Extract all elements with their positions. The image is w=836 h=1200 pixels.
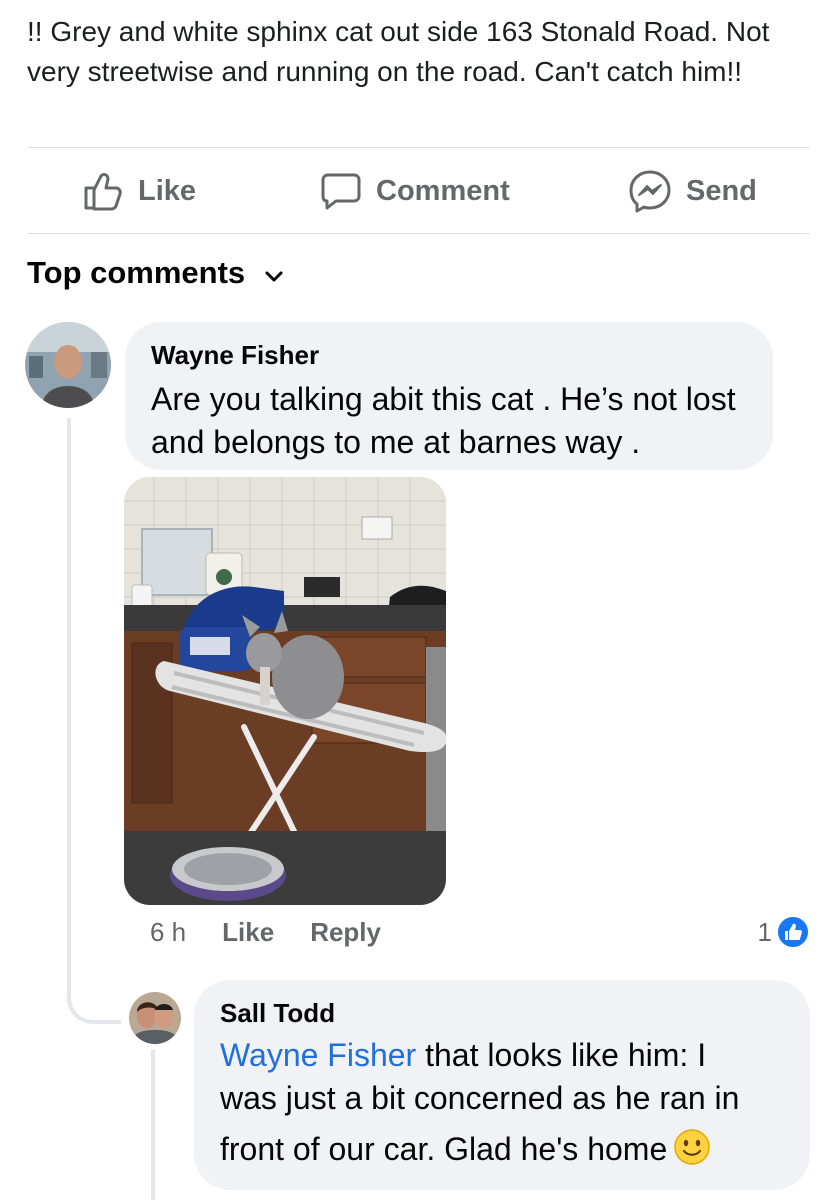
comment-photo-cat-on-ironing-board[interactable] — [124, 477, 446, 905]
like-reaction-icon — [776, 915, 810, 949]
comment-time[interactable]: 6 h — [150, 917, 186, 948]
reply-text-line-1: Wayne Fisher that looks like him: I — [220, 1037, 707, 1073]
send-label: Send — [686, 174, 757, 207]
like-label: Like — [138, 174, 197, 207]
reply-mention-link[interactable]: Wayne Fisher — [220, 1037, 416, 1073]
comment-reply-button[interactable]: Reply — [310, 917, 381, 948]
reply-thread-line — [151, 1050, 155, 1200]
chevron-down-icon — [245, 255, 283, 291]
comment-button[interactable]: Comment — [320, 148, 510, 234]
comment-bubble-icon — [320, 170, 362, 212]
reply-text-line-2: was just a bit concerned as he ran in — [220, 1080, 740, 1116]
facebook-post-comments: !! Grey and white sphinx cat out side 16… — [0, 0, 836, 1200]
reply-text-line-3: front of our car. Glad he's home — [220, 1128, 784, 1171]
comment-label: Comment — [376, 174, 510, 207]
comment-like-button[interactable]: Like — [222, 917, 274, 948]
comment-bubble: Wayne Fisher Are you talking abit this c… — [125, 322, 773, 470]
top-comments-selector[interactable]: Top comments — [27, 251, 283, 295]
avatar-sall-todd[interactable] — [129, 992, 181, 1044]
reaction-count: 1 — [757, 916, 772, 947]
like-button[interactable]: Like — [82, 148, 196, 234]
comment-meta: 6 h Like Reply — [150, 912, 381, 952]
top-comments-label: Top comments — [27, 255, 246, 290]
post-text: !! Grey and white sphinx cat out side 16… — [27, 16, 770, 87]
avatar-wayne-fisher[interactable] — [25, 322, 111, 408]
thread-line — [67, 418, 71, 993]
reply-author[interactable]: Sall Todd — [220, 998, 784, 1028]
thread-connector — [67, 970, 121, 1024]
send-button[interactable]: Send — [628, 148, 757, 234]
comment-reactions[interactable]: 1 — [758, 913, 810, 951]
post-action-bar: Like Comment Send — [27, 148, 810, 234]
reply-bubble: Sall Todd Wayne Fisher that looks like h… — [194, 980, 810, 1190]
comment-author[interactable]: Wayne Fisher — [151, 340, 747, 370]
slightly-smiling-face-icon — [673, 1128, 711, 1166]
messenger-icon — [628, 169, 672, 213]
comment-text: Are you talking abit this cat . He’s not… — [151, 381, 736, 460]
divider-bottom — [27, 233, 810, 234]
thumbs-up-icon — [82, 170, 124, 212]
